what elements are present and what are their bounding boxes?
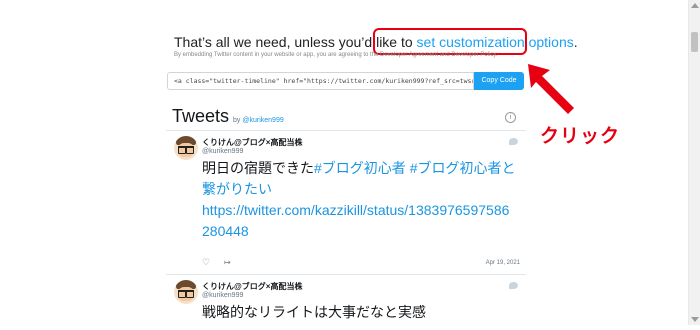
timeline-title: Tweets by @kuriken999 bbox=[172, 106, 284, 127]
hashtag-link[interactable]: #ブログ初心者 bbox=[314, 160, 406, 176]
scroll-thumb[interactable] bbox=[691, 32, 698, 52]
avatar[interactable] bbox=[174, 280, 198, 304]
highlight-box bbox=[373, 28, 527, 55]
divider bbox=[166, 130, 526, 131]
timeline-by: by @kuriken999 bbox=[233, 117, 284, 124]
click-label: クリック bbox=[540, 126, 621, 147]
twitter-bird-icon[interactable] bbox=[509, 282, 518, 289]
avatar[interactable] bbox=[174, 136, 198, 160]
scrollbar[interactable] bbox=[688, 0, 700, 325]
twitter-timeline: Tweets by @kuriken999 i くりけん@ブログ×高配当株 @ku… bbox=[166, 100, 526, 330]
screen-name[interactable]: @kuriken999 bbox=[202, 292, 243, 299]
tweet-text: 明日の宿題できた#ブログ初心者 #ブログ初心者と繋がりたい https://twi… bbox=[202, 158, 517, 242]
tweet[interactable]: くりけん@ブログ×高配当株 @kuriken999 明日の宿題できた#ブログ初心… bbox=[166, 136, 526, 272]
tweet[interactable]: くりけん@ブログ×高配当株 @kuriken999 戦略的なリライトは大事だなと… bbox=[166, 280, 526, 330]
display-name[interactable]: くりけん@ブログ×高配当株 bbox=[202, 281, 302, 292]
tweet-url-link[interactable]: https://twitter.com/kazzikill/status/138… bbox=[202, 202, 509, 239]
screen-name[interactable]: @kuriken999 bbox=[202, 148, 243, 155]
by-prefix: by bbox=[233, 117, 243, 124]
scroll-up-icon[interactable] bbox=[691, 3, 699, 8]
arrow-icon bbox=[528, 64, 574, 114]
timeline-title-text: Tweets bbox=[172, 106, 230, 126]
twitter-bird-icon[interactable] bbox=[509, 138, 518, 145]
tweet-text-plain: 明日の宿題できた bbox=[202, 160, 314, 176]
scroll-down-icon[interactable] bbox=[691, 317, 699, 322]
headline-suffix: . bbox=[573, 34, 578, 50]
heart-icon[interactable]: ♡ bbox=[202, 258, 211, 267]
tweet-text: 戦略的なリライトは大事だなと実感 bbox=[202, 304, 426, 320]
disclaimer: By embedding Twitter content in your web… bbox=[174, 52, 498, 58]
tweet-date[interactable]: Apr 19, 2021 bbox=[486, 260, 520, 266]
embed-code-field[interactable]: <a class="twitter-timeline" href="https:… bbox=[167, 72, 474, 90]
divider bbox=[166, 274, 526, 275]
timeline-handle-link[interactable]: @kuriken999 bbox=[242, 117, 283, 124]
info-icon[interactable]: i bbox=[505, 112, 516, 123]
display-name[interactable]: くりけん@ブログ×高配当株 bbox=[202, 137, 302, 148]
share-icon[interactable]: ↦ bbox=[224, 258, 233, 267]
copy-code-button[interactable]: Copy Code bbox=[474, 72, 524, 90]
